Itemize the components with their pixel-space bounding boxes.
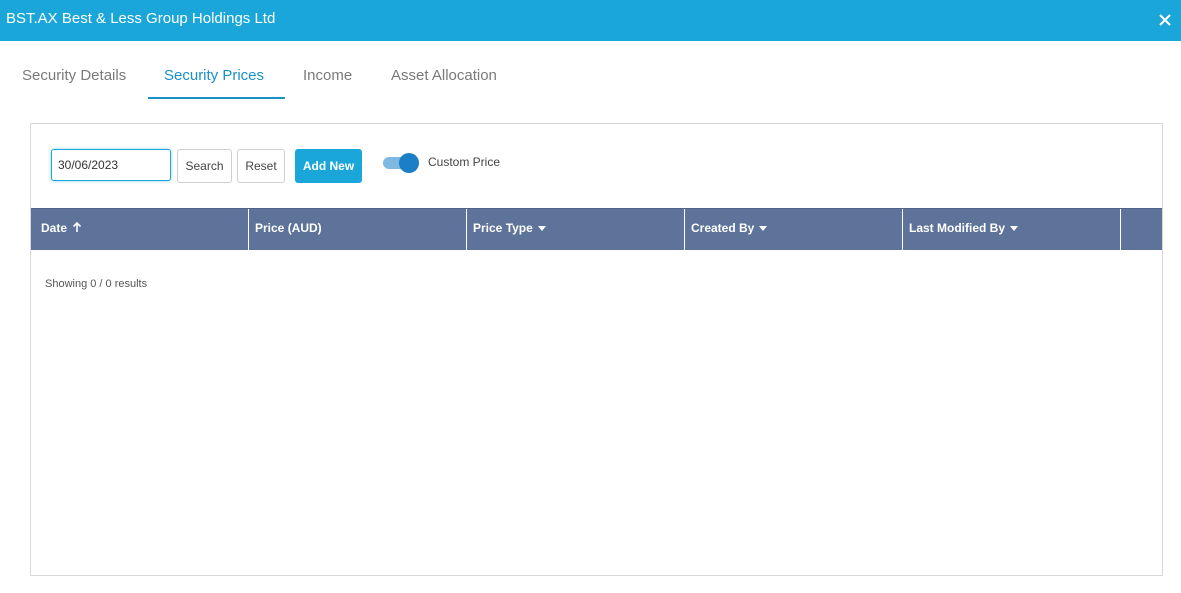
reset-button[interactable]: Reset: [237, 149, 285, 183]
column-header-date[interactable]: Date: [31, 209, 249, 250]
chevron-down-icon: [1010, 226, 1019, 232]
column-label-last-modified-by: Last Modified By: [909, 221, 1006, 235]
date-input[interactable]: [51, 149, 171, 181]
search-button[interactable]: Search: [177, 149, 232, 183]
tab-income[interactable]: Income: [303, 67, 352, 85]
custom-price-toggle[interactable]: [383, 153, 419, 173]
modal-titlebar: BST.AX Best & Less Group Holdings Ltd: [0, 0, 1181, 41]
chevron-down-icon: [537, 226, 546, 232]
column-header-created-by[interactable]: Created By: [685, 209, 903, 250]
close-icon[interactable]: [1155, 10, 1175, 30]
tab-bar: Security Details Security Prices Income …: [0, 41, 1181, 101]
custom-price-label: Custom Price: [428, 155, 501, 169]
column-header-price[interactable]: Price (AUD): [249, 209, 467, 250]
add-new-button[interactable]: Add New: [295, 149, 362, 183]
active-tab-indicator: [148, 97, 285, 99]
tab-security-prices[interactable]: Security Prices: [164, 67, 264, 85]
tab-security-details[interactable]: Security Details: [22, 67, 126, 85]
toggle-knob: [399, 153, 419, 173]
column-label-price-type: Price Type: [473, 221, 533, 235]
column-label-price: Price (AUD): [255, 221, 322, 235]
column-header-actions: [1121, 209, 1162, 250]
results-count: Showing 0 / 0 results: [45, 278, 148, 290]
tab-asset-allocation[interactable]: Asset Allocation: [391, 67, 497, 85]
column-header-last-modified-by[interactable]: Last Modified By: [903, 209, 1121, 250]
table-header: Date Price (AUD) Price Type Created By L…: [31, 208, 1162, 250]
column-label-date: Date: [41, 221, 68, 235]
chevron-down-icon: [759, 226, 768, 232]
column-header-price-type[interactable]: Price Type: [467, 209, 685, 250]
prices-panel: Search Reset Add New Custom Price Date P…: [30, 123, 1163, 576]
sort-ascending-icon: [72, 210, 82, 248]
security-modal: BST.AX Best & Less Group Holdings Ltd Se…: [0, 0, 1181, 593]
modal-title: BST.AX Best & Less Group Holdings Ltd: [6, 10, 276, 27]
column-label-created-by: Created By: [691, 221, 755, 235]
